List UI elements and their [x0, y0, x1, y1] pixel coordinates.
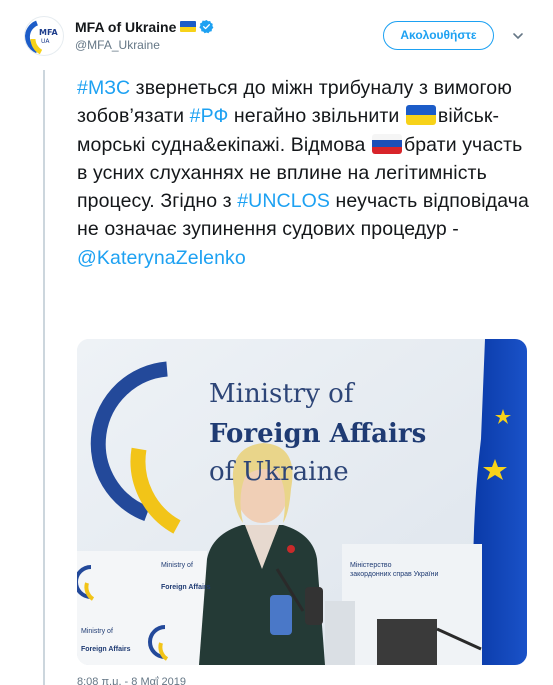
tweet-header: MFA UA MFA of Ukraine @MFA_Ukraine Ακολο… — [24, 16, 529, 62]
podium-left-line2: Foreign Affairs — [161, 584, 211, 591]
wall-text-line3: of Ukraine — [209, 457, 349, 487]
podium-bottom-line1: Ministry of — [81, 628, 113, 635]
podium-left-line1: Ministry of — [161, 562, 193, 569]
podium-bottom-line2: Foreign Affairs — [81, 646, 131, 653]
hashtag-mzs[interactable]: #МЗС — [77, 77, 130, 99]
chevron-down-icon[interactable] — [512, 30, 524, 42]
verified-badge-icon — [199, 20, 214, 34]
avatar-logo-text: MFA — [39, 28, 58, 37]
tweet-text: #МЗС звернеться до міжн трибуналу з вимо… — [77, 74, 537, 272]
mention-link[interactable]: @KaterynaZelenko — [77, 247, 246, 269]
russia-flag-icon — [371, 133, 402, 154]
display-name[interactable]: MFA of Ukraine — [75, 19, 176, 35]
wall-text-line1: Ministry of — [209, 379, 354, 409]
ukraine-flag-icon — [180, 21, 197, 33]
tweet-photo[interactable]: Ministry of Foreign Affairs of Ukraine M… — [77, 339, 527, 665]
thread-line — [43, 70, 45, 685]
avatar-logo-sub: UA — [41, 38, 50, 45]
tweet-text-part2: негайно звільнити — [228, 105, 405, 128]
hashtag-unclos[interactable]: #UNCLOS — [237, 190, 330, 212]
follow-button[interactable]: Ακολουθήστε — [383, 21, 494, 50]
podium-right-line2: закордонних справ України — [350, 571, 439, 578]
user-info[interactable]: MFA of Ukraine @MFA_Ukraine — [75, 18, 214, 52]
hashtag-rf[interactable]: #РФ — [190, 105, 229, 127]
user-handle[interactable]: @MFA_Ukraine — [75, 38, 214, 52]
tweet-timestamp[interactable]: 8:08 π.μ. - 8 Μαΐ 2019 — [77, 676, 186, 685]
wall-text-line2: Foreign Affairs — [209, 419, 427, 449]
ukraine-flag-icon — [405, 105, 436, 126]
podium-right-line1: Міністерство — [350, 562, 392, 569]
avatar[interactable]: MFA UA — [24, 16, 64, 56]
